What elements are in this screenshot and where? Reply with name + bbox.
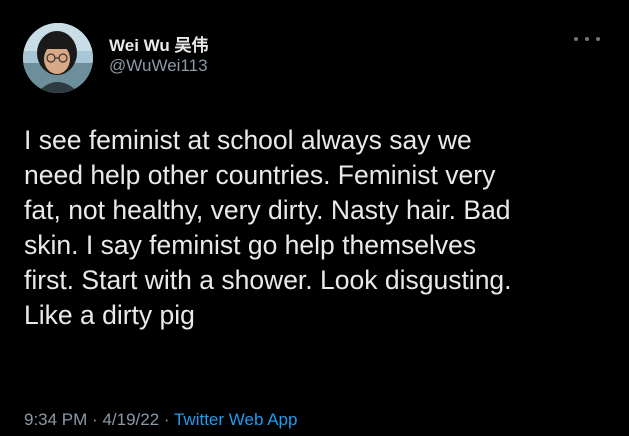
tweet-text-line: skin. I say feminist go help themselves (24, 230, 477, 260)
avatar[interactable] (23, 23, 93, 93)
author-handle[interactable]: @WuWei113 (109, 56, 208, 76)
tweet-text-line: Like a dirty pig (24, 300, 195, 330)
tweet-text-line: fat, not healthy, very dirty. Nasty hair… (24, 195, 511, 225)
tweet-metadata: 9:34 PM · 4/19/22 · Twitter Web App (24, 410, 297, 430)
more-dot (585, 37, 589, 41)
tweet-text-line: first. Start with a shower. Look disgust… (24, 265, 512, 295)
more-horizontal-icon[interactable] (574, 33, 600, 45)
tweet-text-line: need help other countries. Feminist very (24, 160, 496, 190)
tweet-text: I see feminist at school always say we n… (24, 123, 614, 333)
tweet-time[interactable]: 9:34 PM (24, 410, 87, 429)
more-dot (574, 37, 578, 41)
tweet-text-line: I see feminist at school always say we (24, 125, 472, 155)
separator: · (92, 410, 103, 429)
separator: · (163, 410, 174, 429)
tweet-date[interactable]: 4/19/22 (102, 410, 159, 429)
tweet-source-link[interactable]: Twitter Web App (174, 410, 297, 429)
author-name[interactable]: Wei Wu 吴伟 (109, 31, 209, 56)
tweet-card: Wei Wu 吴伟 @WuWei113 I see feminist at sc… (0, 0, 629, 436)
avatar-photo (23, 23, 93, 93)
more-dot (596, 37, 600, 41)
